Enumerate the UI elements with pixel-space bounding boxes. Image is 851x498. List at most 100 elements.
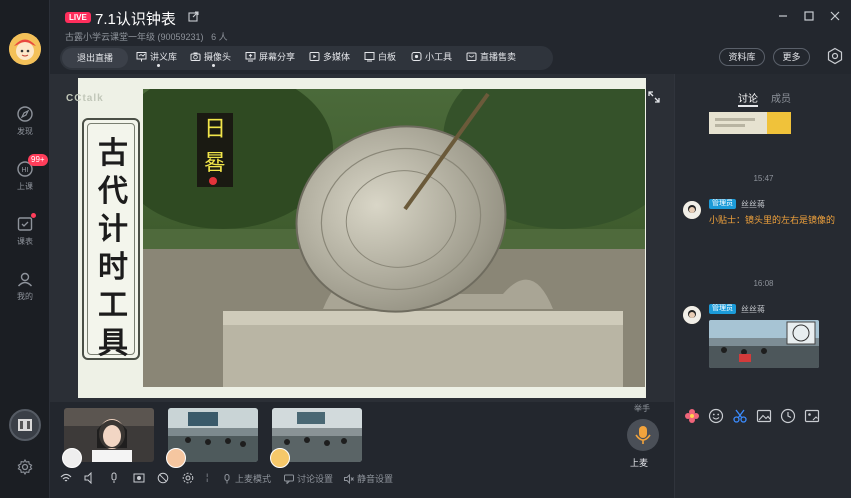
discussion-settings-label: 讨论设置 <box>297 474 334 484</box>
gallery-icon[interactable] <box>804 408 820 424</box>
mic-mode-control[interactable]: 上麦模式 <box>222 472 271 485</box>
raise-hand-label: 举手 <box>634 404 650 413</box>
tool-slides[interactable]: 讲义库 <box>136 50 177 63</box>
course-name: 古露小学云课堂一年级 (90059231) <box>65 32 204 42</box>
emoji-icon[interactable] <box>708 408 724 424</box>
image-icon[interactable] <box>756 408 772 424</box>
gear-small-icon[interactable] <box>182 472 194 484</box>
sender-name: 丝丝蒋 <box>741 200 765 209</box>
scissors-icon[interactable] <box>732 408 748 424</box>
mic-on-button[interactable] <box>627 419 659 451</box>
maximize-icon[interactable] <box>803 10 815 22</box>
tool-screen-share[interactable]: 屏幕分享 <box>245 50 295 63</box>
close-icon[interactable] <box>829 10 841 22</box>
slide-watermark-logo: CCtalk <box>66 93 104 104</box>
tool-camera-dot <box>212 64 215 67</box>
rail-discover[interactable]: 发现 <box>0 105 50 137</box>
rail-discover-label: 发现 <box>17 127 33 136</box>
tool-camera[interactable]: 摄像头 <box>190 50 231 63</box>
external-link-icon[interactable] <box>188 11 199 22</box>
classroom-2-avatar <box>270 448 290 468</box>
discussion-settings-control[interactable]: 讨论设置 <box>284 472 333 485</box>
mute-icon <box>344 473 354 484</box>
chat-input-tools <box>684 408 820 424</box>
mic-mode-label: 上麦模式 <box>235 474 272 484</box>
tool-tools-label: 小工具 <box>425 52 453 62</box>
sender-avatar[interactable] <box>683 201 701 219</box>
rail-class[interactable]: 99+ HI 上课 <box>0 154 50 192</box>
mute-settings-label: 静音设置 <box>357 474 394 484</box>
speaker-icon[interactable] <box>84 472 96 484</box>
compass-icon <box>17 106 33 122</box>
message-time: 15:47 <box>753 174 774 183</box>
sender-name: 丝丝蒋 <box>741 305 765 314</box>
chat-icon <box>284 474 294 484</box>
role-badge: 管理员 <box>709 304 736 314</box>
clock-icon[interactable] <box>780 408 796 424</box>
whiteboard-icon <box>364 52 375 62</box>
live-badge: LIVE <box>65 12 91 23</box>
page-title: 7.1认识钟表 <box>95 11 176 28</box>
media-icon <box>309 52 320 61</box>
user-icon <box>17 272 33 287</box>
rail-schedule-label: 课表 <box>17 237 33 246</box>
tool-shop[interactable]: 直播售卖 <box>466 50 516 63</box>
chat-panel: 讨论 成员 15:47 管理员 丝丝蒋 小贴士：镜头里的左右是镜像的 16:08… <box>674 74 851 498</box>
settings-gear-icon[interactable] <box>17 459 33 475</box>
tools-icon <box>411 52 422 61</box>
separator: ¦ <box>206 472 209 482</box>
classroom-1-avatar <box>166 448 186 468</box>
tool-slides-label: 讲义库 <box>150 52 178 62</box>
role-badge: 管理员 <box>709 199 736 209</box>
block-icon[interactable] <box>157 472 169 484</box>
title-char: 具 <box>98 326 128 361</box>
rail-mine[interactable]: 我的 <box>0 270 50 302</box>
tool-whiteboard[interactable]: 白板 <box>364 50 396 63</box>
message-text: 小贴士：镜头里的左右是镜像的 <box>709 215 836 225</box>
teacher-avatar <box>62 448 82 468</box>
tab-discussion-underline <box>738 105 758 107</box>
main-toolbar: 退出直播 讲义库 摄像头 屏幕分享 多媒体 白板 小工具 直播售卖 <box>60 46 553 70</box>
tool-media[interactable]: 多媒体 <box>309 50 350 63</box>
record-icon[interactable] <box>133 472 145 484</box>
tool-media-label: 多媒体 <box>323 52 351 62</box>
mute-settings-control[interactable]: 静音设置 <box>344 472 393 485</box>
more-button[interactable]: 更多 <box>773 48 810 66</box>
svg-text:HI: HI <box>21 166 28 174</box>
fullscreen-icon[interactable] <box>647 90 661 104</box>
camera-icon <box>190 52 201 61</box>
left-rail: 发现 99+ HI 上课 课表 我的 <box>0 0 50 498</box>
settings-icon[interactable] <box>826 47 844 65</box>
vertical-title-box: 古 代 计 时 工 具 <box>82 118 140 361</box>
shop-icon <box>466 52 477 61</box>
end-live-button[interactable]: 退出直播 <box>62 48 128 68</box>
app-window: 发现 99+ HI 上课 课表 我的 LIVE 7.1认识钟表 古露小学云课堂一… <box>0 0 851 498</box>
tool-tools[interactable]: 小工具 <box>411 50 452 63</box>
mic-on-label: 上麦 <box>630 458 649 468</box>
caption-char: 日 <box>203 117 226 142</box>
screen-share-icon <box>245 52 256 62</box>
mic-mode-icon <box>224 473 230 483</box>
tab-discussion[interactable]: 讨论 <box>738 90 758 105</box>
microphone-icon <box>635 426 651 444</box>
tool-shop-label: 直播售卖 <box>480 52 517 62</box>
sender-avatar[interactable] <box>683 306 701 324</box>
user-avatar[interactable] <box>9 33 41 65</box>
chat-image-classroom[interactable] <box>709 320 819 368</box>
rail-schedule[interactable]: 课表 <box>0 213 50 247</box>
message-time: 16:08 <box>753 279 774 288</box>
bottom-avatar[interactable] <box>9 409 41 441</box>
flower-icon[interactable] <box>684 408 700 424</box>
resource-library-button[interactable]: 资料库 <box>719 48 765 66</box>
viewer-count: 6 人 <box>211 32 228 42</box>
microphone-small-icon[interactable] <box>108 472 120 484</box>
slides-icon <box>136 52 147 62</box>
schedule-dot <box>31 213 36 218</box>
pointer-dot-icon <box>209 177 217 185</box>
rail-mine-label: 我的 <box>17 292 33 301</box>
chat-image-previous[interactable] <box>709 112 791 134</box>
minimize-icon[interactable] <box>777 10 789 22</box>
tab-members[interactable]: 成员 <box>771 90 791 105</box>
tool-slides-dot <box>157 64 160 67</box>
tool-whiteboard-label: 白板 <box>378 52 397 62</box>
